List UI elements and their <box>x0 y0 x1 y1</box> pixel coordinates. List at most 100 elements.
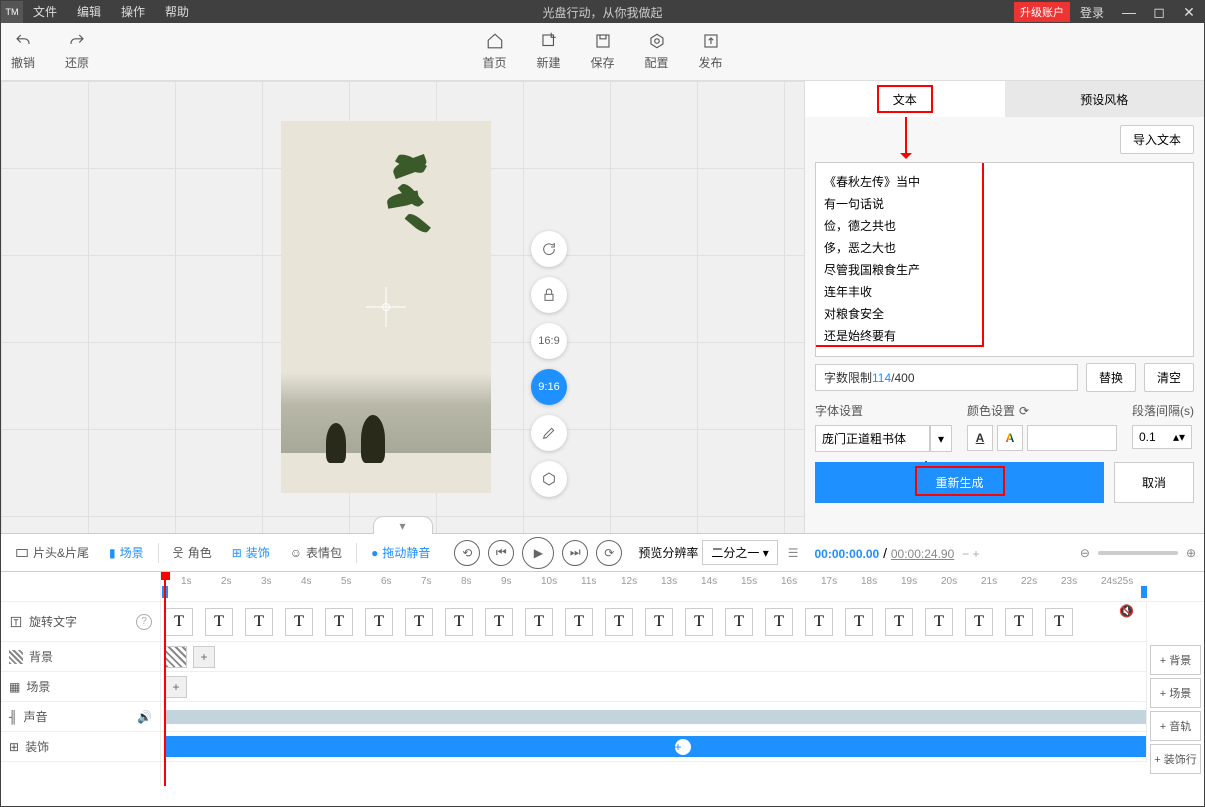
text-clip[interactable]: T <box>325 608 353 636</box>
play-button[interactable]: ▶ <box>522 537 554 569</box>
refresh-button[interactable] <box>531 231 567 267</box>
publish-button[interactable]: 发布 <box>699 32 723 71</box>
add-bg-track-button[interactable]: + 背景 <box>1150 645 1201 675</box>
drawer-toggle[interactable]: ▾ <box>373 516 433 534</box>
canvas-preview[interactable] <box>281 121 491 493</box>
text-clip[interactable]: T <box>405 608 433 636</box>
menu-file[interactable]: 文件 <box>23 1 67 23</box>
text-clip[interactable]: T <box>645 608 673 636</box>
redo-button[interactable]: 还原 <box>65 32 89 71</box>
zoom-out-icon[interactable]: ⊖ <box>1080 546 1090 560</box>
decoration-clip[interactable]: + <box>165 736 1200 757</box>
text-content-box[interactable]: 《春秋左传》当中 有一句话说 俭，德之共也 侈，恶之大也 尽管我国粮食生产 连年… <box>815 162 1194 357</box>
regenerate-button[interactable]: 重新生成 <box>815 462 1104 503</box>
text-clip[interactable]: T <box>885 608 913 636</box>
font-select[interactable]: 庞门正道粗书体 <box>815 425 930 452</box>
text-track[interactable]: 🔇 TTTTTTTTTTTTTTTTTTTTTTT <box>161 602 1204 642</box>
undo-button[interactable]: 撤销 <box>11 32 35 71</box>
replace-button[interactable]: 替换 <box>1086 363 1136 392</box>
timeline-ruler[interactable]: 1s2s3s4s5s6s7s8s9s10s11s12s13s14s15s16s1… <box>161 572 1204 602</box>
import-text-button[interactable]: 导入文本 <box>1120 125 1194 154</box>
tab-role[interactable]: 웃角色 <box>167 540 218 565</box>
text-clip[interactable]: T <box>685 608 713 636</box>
save-button[interactable]: 保存 <box>590 32 614 71</box>
audio-waveform[interactable] <box>165 710 1200 724</box>
text-clip[interactable]: T <box>285 608 313 636</box>
zoom-in-icon[interactable]: ⊕ <box>1186 546 1196 560</box>
prev-button[interactable]: ⏮ <box>488 540 514 566</box>
add-audio-track-button[interactable]: + 音轨 <box>1150 711 1201 741</box>
text-clip[interactable]: T <box>605 608 633 636</box>
text-color-button[interactable]: A <box>967 425 993 451</box>
resolution-select[interactable]: 二分之一 ▾ <box>702 540 777 565</box>
deco-track[interactable]: + <box>161 732 1204 762</box>
clear-button[interactable]: 清空 <box>1144 363 1194 392</box>
settings-button[interactable] <box>531 461 567 497</box>
menu-help[interactable]: 帮助 <box>155 1 199 23</box>
drag-mute-toggle[interactable]: ●拖动静音 <box>365 540 436 565</box>
add-scene-track-button[interactable]: + 场景 <box>1150 678 1201 708</box>
text-clip[interactable]: T <box>725 608 753 636</box>
tab-text[interactable]: 文本 <box>805 81 1005 117</box>
bg-clip[interactable] <box>165 646 187 668</box>
sound-track[interactable] <box>161 702 1204 732</box>
text-clip[interactable]: T <box>165 608 193 636</box>
text-clip[interactable]: T <box>805 608 833 636</box>
tab-emoji[interactable]: ☺表情包 <box>284 540 348 565</box>
edit-button[interactable] <box>531 415 567 451</box>
text-clip[interactable]: T <box>365 608 393 636</box>
tab-scene[interactable]: ▮场景 <box>103 540 150 565</box>
track-label-scene[interactable]: ▦场景 <box>1 672 160 702</box>
config-button[interactable]: 配置 <box>645 32 669 71</box>
loop-button[interactable]: ⟲ <box>454 540 480 566</box>
text-color-multi-button[interactable]: A <box>997 425 1023 451</box>
zoom-slider[interactable] <box>1098 551 1178 555</box>
text-clip[interactable]: T <box>445 608 473 636</box>
ratio-9-16-button[interactable]: 9:16 <box>531 369 567 405</box>
mute-icon[interactable]: 🔇 <box>1119 604 1134 618</box>
track-label-deco[interactable]: ⊞装饰 <box>1 732 160 762</box>
text-clip[interactable]: T <box>245 608 273 636</box>
gap-spinner[interactable]: 0.1▴▾ <box>1132 425 1192 449</box>
maximize-icon[interactable]: ◻ <box>1144 4 1174 21</box>
tab-head-tail[interactable]: 片头&片尾 <box>9 540 95 565</box>
tab-preset-style[interactable]: 预设风格 <box>1005 81 1205 117</box>
menu-action[interactable]: 操作 <box>111 1 155 23</box>
text-clip[interactable]: T <box>485 608 513 636</box>
menu-edit[interactable]: 编辑 <box>67 1 111 23</box>
lock-button[interactable] <box>531 277 567 313</box>
help-icon[interactable]: ? <box>136 614 152 630</box>
new-button[interactable]: 新建 <box>536 32 560 71</box>
text-clip[interactable]: T <box>205 608 233 636</box>
text-clip[interactable]: T <box>965 608 993 636</box>
color-preview[interactable] <box>1027 425 1117 451</box>
minimize-icon[interactable]: — <box>1114 4 1144 20</box>
scene-track[interactable]: + <box>161 672 1204 702</box>
add-bg-clip[interactable]: + <box>193 646 215 668</box>
refresh-color-icon[interactable]: ⟳ <box>1019 404 1029 418</box>
ratio-16-9-button[interactable]: 16:9 <box>531 323 567 359</box>
upgrade-button[interactable]: 升级账户 <box>1014 2 1070 22</box>
text-clip[interactable]: T <box>765 608 793 636</box>
next-button[interactable]: ⏭ <box>562 540 588 566</box>
timeline-tracks[interactable]: 1s2s3s4s5s6s7s8s9s10s11s12s13s14s15s16s1… <box>161 572 1204 786</box>
canvas-area[interactable]: 16:9 9:16 ▾ <box>1 81 804 533</box>
reset-button[interactable]: ⟳ <box>596 540 622 566</box>
home-button[interactable]: 首页 <box>482 32 506 71</box>
text-clip[interactable]: T <box>1045 608 1073 636</box>
close-icon[interactable]: ✕ <box>1174 4 1204 21</box>
layers-icon[interactable]: ☰ <box>788 546 799 560</box>
track-label-text[interactable]: 旋转文字? <box>1 602 160 642</box>
playhead[interactable] <box>164 572 166 786</box>
add-deco-track-button[interactable]: + 装饰行 <box>1150 744 1201 774</box>
text-clip[interactable]: T <box>565 608 593 636</box>
track-label-sound[interactable]: ╢声音🔊 <box>1 702 160 732</box>
end-marker[interactable] <box>1141 586 1147 598</box>
text-clip[interactable]: T <box>525 608 553 636</box>
font-dropdown-button[interactable]: ▾ <box>930 425 952 452</box>
cancel-button[interactable]: 取消 <box>1114 462 1194 503</box>
login-button[interactable]: 登录 <box>1070 4 1114 21</box>
track-label-bg[interactable]: 背景 <box>1 642 160 672</box>
text-clip[interactable]: T <box>925 608 953 636</box>
volume-icon[interactable]: 🔊 <box>137 710 152 724</box>
